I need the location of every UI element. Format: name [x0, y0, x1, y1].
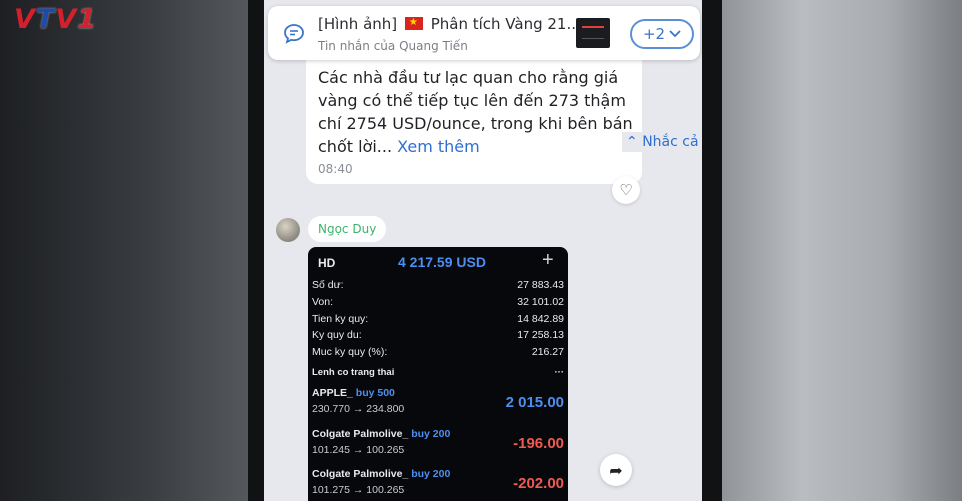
row-label: Von:: [312, 296, 334, 308]
message-bubble[interactable]: Các nhà đầu tư lạc quan cho rằng giá vàn…: [306, 48, 702, 184]
row-label: Số dư:: [312, 279, 344, 291]
avatar[interactable]: [276, 218, 300, 242]
row-value: 17 258.13: [517, 329, 564, 341]
order-side: buy 500: [355, 387, 395, 399]
order-price: 230.770 → 234.800: [312, 403, 405, 415]
heart-icon[interactable]: ♡: [612, 176, 640, 204]
background-left: [0, 0, 250, 501]
trading-screenshot[interactable]: HD 4 217.59 USD + Số dư: 27 883.43 Von: …: [308, 247, 568, 501]
balance-header: 4 217.59 USD: [398, 254, 486, 270]
pinned-title-text: Phân tích Vàng 21...: [430, 15, 581, 33]
message-time: 08:40: [318, 162, 353, 176]
order-price: 101.275 → 100.265: [312, 484, 405, 496]
account-row: Số dư: 27 883.43: [312, 279, 564, 291]
order-symbol: Colgate Palmolive_: [312, 468, 409, 480]
order-profit: 2 015.00: [505, 394, 564, 411]
account-row: Tien ky quy: 14 842.89: [312, 313, 564, 325]
share-arrow-icon[interactable]: ➦: [600, 454, 632, 486]
pinned-subtitle: Tin nhắn của Quang Tiến: [318, 39, 468, 53]
account-row: Ky quy du: 17 258.13: [312, 329, 564, 341]
order-side: buy 200: [411, 468, 451, 480]
section-label: Lenh co trang thai: [312, 367, 395, 378]
see-more-link[interactable]: Xem thêm: [397, 137, 480, 156]
pinned-more-label: +2: [642, 25, 666, 43]
message-text: Các nhà đầu tư lạc quan cho rằng giá vàn…: [318, 66, 638, 158]
row-value: 14 842.89: [517, 313, 564, 325]
plus-icon: +: [542, 249, 554, 271]
row-value: 27 883.43: [517, 279, 564, 291]
order-name: APPLE_ buy 500: [312, 387, 395, 399]
account-label: HD: [318, 256, 336, 270]
order-profit: -202.00: [513, 475, 564, 492]
broadcaster-logo: VTV1: [14, 3, 96, 35]
order-price: 101.245 → 100.265: [312, 444, 405, 456]
order-profit: -196.00: [513, 435, 564, 452]
pinned-message-banner[interactable]: [Hình ảnh] Phân tích Vàng 21... Tin nhắn…: [268, 6, 700, 60]
account-row: Von: 32 101.02: [312, 296, 564, 308]
row-label: Muc ky quy (%):: [312, 346, 388, 358]
order-name: Colgate Palmolive_ buy 200: [312, 468, 450, 480]
row-label: Ky quy du:: [312, 329, 362, 341]
double-chevron-up-icon: ⌃: [626, 134, 638, 150]
row-value: 32 101.02: [517, 296, 564, 308]
pinned-title: [Hình ảnh] Phân tích Vàng 21...: [318, 15, 581, 33]
sender-name[interactable]: Ngọc Duy: [308, 216, 387, 242]
mention-all-label: Nhắc cả nhóm: [642, 134, 702, 150]
order-name: Colgate Palmolive_ buy 200: [312, 428, 450, 440]
pinned-thumbnail[interactable]: [576, 18, 610, 48]
order-symbol: Colgate Palmolive_: [312, 428, 409, 440]
open-positions-header: Lenh co trang thai ···: [312, 367, 564, 378]
phone-frame: Các nhà đầu tư lạc quan cho rằng giá vàn…: [248, 0, 722, 501]
background-right: [716, 0, 962, 501]
vietnam-flag-icon: [404, 16, 423, 30]
order-row: Colgate Palmolive_ buy 200 101.245 → 100…: [312, 428, 564, 464]
account-row: Muc ky quy (%): 216.27: [312, 346, 564, 358]
row-label: Tien ky quy:: [312, 313, 369, 325]
more-dots-icon: ···: [554, 367, 565, 378]
pinned-title-prefix: [Hình ảnh]: [318, 15, 398, 33]
order-row: APPLE_ buy 500 230.770 → 234.800 2 015.0…: [312, 387, 564, 423]
order-symbol: APPLE_: [312, 387, 353, 399]
mention-all-button[interactable]: ⌃ Nhắc cả nhóm: [622, 132, 702, 152]
chevron-down-icon: [669, 30, 681, 38]
chat-bubble-icon: [284, 24, 304, 44]
row-value: 216.27: [531, 346, 564, 358]
chat-screen: Các nhà đầu tư lạc quan cho rằng giá vàn…: [264, 0, 702, 501]
order-side: buy 200: [411, 428, 451, 440]
pinned-more-button[interactable]: +2: [630, 19, 694, 49]
order-row: Colgate Palmolive_ buy 200 101.275 → 100…: [312, 468, 564, 501]
